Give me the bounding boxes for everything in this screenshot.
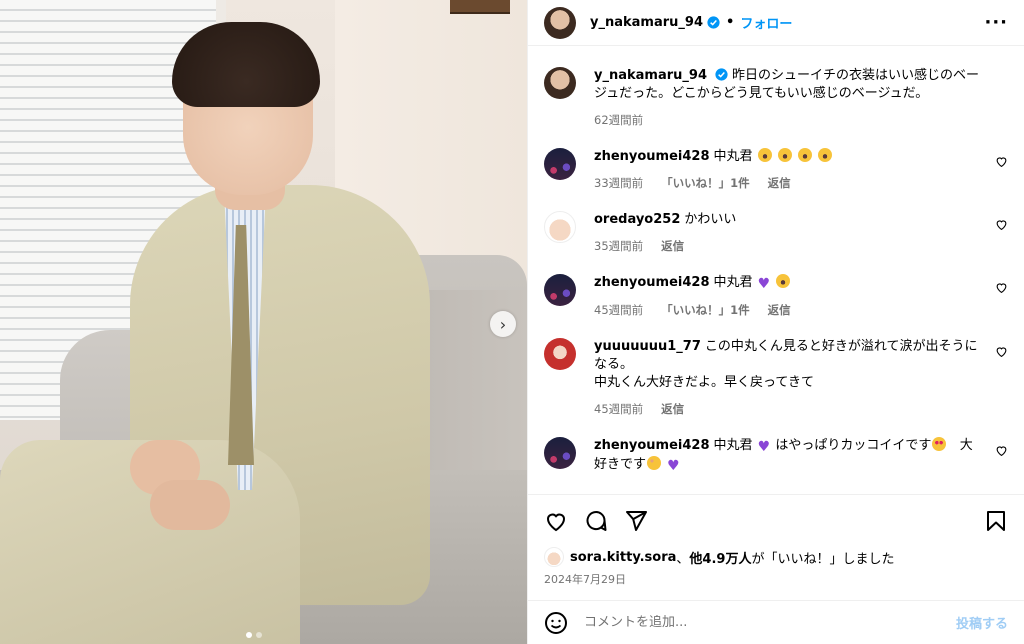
scream-emoji-icon [818,148,833,162]
comment: yuuuuuuu1_77 この中丸くん見ると好きが溢れて涙が出そうになる。 中丸く… [544,338,1008,417]
comment-username[interactable]: zhenyoumei428 [594,149,710,164]
heart-icon[interactable] [995,345,1008,358]
avatar[interactable] [544,338,576,370]
scream-emoji-icon [757,148,772,162]
bookmark-icon[interactable] [984,509,1008,533]
purple-heart-icon: ♥ [757,439,771,455]
scream-emoji-icon [797,148,812,162]
avatar[interactable] [544,437,576,469]
comment-username[interactable]: zhenyoumei428 [594,438,710,453]
caption-username[interactable]: y_nakamaru_94 [594,68,707,83]
post-date[interactable]: 2024年7月29日 [544,571,1008,587]
picture-frame [450,0,510,14]
comment: zhenyoumei428 中丸君 33週間前 「いいね！」1件 返信 [544,148,1008,191]
smile-emoji-icon [647,456,662,470]
likes-summary[interactable]: sora.kitty.sora、他4.9万人 が「いいね！」しました [544,547,1008,567]
verified-icon [707,16,720,29]
person-hair [172,22,320,107]
header-username[interactable]: y_nakamaru_94 [590,15,703,30]
comment-text-line2: 中丸くん大好きだよ。早く戻ってきて [594,375,814,390]
comment-time[interactable]: 45週間前 [594,401,643,417]
share-icon[interactable] [624,509,648,533]
comment-text: 中丸君 [713,149,753,164]
carousel-dot-active [246,632,252,638]
scream-emoji-icon [777,148,792,162]
caption: y_nakamaru_94 昨日のシューイチの衣装はいい感じのベージュだった。どこ… [544,67,1008,128]
reply-button[interactable]: 返信 [768,175,791,191]
avatar[interactable] [544,274,576,306]
more-icon[interactable]: ··· [984,12,1008,33]
reply-button[interactable]: 返信 [661,238,684,254]
heart-icon[interactable] [995,281,1008,294]
comment-text: 中丸君 [713,438,753,453]
comment-username[interactable]: zhenyoumei428 [594,275,710,290]
chevron-right-icon[interactable]: › [490,311,516,337]
purple-heart-icon: ♥ [667,458,680,474]
avatar[interactable] [544,547,564,567]
person-hand [150,480,230,530]
heart-eyes-emoji-icon [932,437,947,451]
post-comment-button[interactable]: 投稿する [956,613,1008,632]
carousel-dot [256,632,262,638]
avatar[interactable] [544,211,576,243]
carousel-dots [246,632,262,638]
comment-text: 中丸君 [713,275,753,290]
post-side-panel: y_nakamaru_94 • フォロー ··· y_nakamaru_94 昨日… [527,0,1024,644]
emoji-icon[interactable] [544,611,568,635]
avatar[interactable] [544,6,576,39]
comment: oredayo252 かわいい 35週間前 返信 [544,211,1008,254]
avatar[interactable] [544,148,576,180]
comment: zhenyoumei428 中丸君 ♥ 45週間前 「いいね！」1件 返信 [544,274,1008,318]
avatar[interactable] [544,67,576,99]
comment-likes[interactable]: 「いいね！」1件 [661,302,750,318]
comment-time[interactable]: 35週間前 [594,238,643,254]
likes-count[interactable]: 他4.9万人 [689,548,751,567]
action-bar: sora.kitty.sora、他4.9万人 が「いいね！」しました 2024年7… [528,494,1024,587]
follow-button[interactable]: フォロー [740,13,792,32]
purple-heart-icon: ♥ [757,276,771,292]
likes-suffix: が「いいね！」しました [751,551,895,567]
separator: • [726,15,735,30]
caption-time[interactable]: 62週間前 [594,112,643,128]
likes-sep: 、 [676,551,690,567]
verified-icon [715,68,728,81]
comment: zhenyoumei428 中丸君 ♥ はやっぱりカッコイイです 大好きです ♥ [544,437,1008,475]
comment-text: かわいい [684,212,737,227]
post-photo[interactable]: › [0,0,527,644]
reply-button[interactable]: 返信 [768,302,791,318]
heart-icon[interactable] [995,155,1008,168]
liker-username[interactable]: sora.kitty.sora [570,550,676,565]
comments-list[interactable]: y_nakamaru_94 昨日のシューイチの衣装はいい感じのベージュだった。どこ… [528,47,1024,494]
comment-username[interactable]: yuuuuuuu1_77 [594,339,701,354]
comment-icon[interactable] [584,509,608,533]
add-comment-bar: 投稿する [528,600,1024,644]
post-header: y_nakamaru_94 • フォロー ··· [528,0,1024,46]
comment-likes[interactable]: 「いいね！」1件 [661,175,750,191]
scream-emoji-icon [776,274,791,288]
heart-icon[interactable] [544,509,568,533]
comment-username[interactable]: oredayo252 [594,212,680,227]
comment-time[interactable]: 45週間前 [594,302,643,318]
reply-button[interactable]: 返信 [661,401,684,417]
comment-input[interactable] [584,615,956,630]
comment-time[interactable]: 33週間前 [594,175,643,191]
comment-text: はやっぱりカッコイイです [775,438,932,453]
heart-icon[interactable] [995,444,1008,457]
heart-icon[interactable] [995,218,1008,231]
